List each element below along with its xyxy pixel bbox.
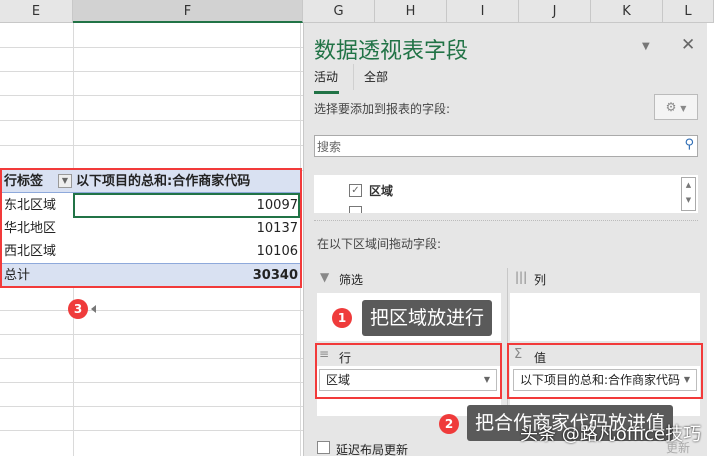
field-list-scrollbar[interactable]: ▲ ▼	[681, 177, 696, 211]
tab-all[interactable]: 全部	[364, 68, 388, 85]
divider	[314, 220, 698, 221]
columns-area[interactable]	[510, 293, 700, 341]
gridline	[0, 334, 303, 335]
filter-icon: ▼	[320, 270, 330, 284]
panel-title: 数据透视表字段	[314, 39, 469, 64]
column-header-f[interactable]: F	[73, 0, 303, 23]
column-header-l[interactable]: L	[663, 0, 714, 23]
filter-area-label: 筛选	[339, 273, 364, 287]
column-header-e[interactable]: E	[0, 0, 73, 23]
chevron-down-icon: ▼	[680, 104, 687, 113]
field-list: ✓ 区域 ▲ ▼	[314, 175, 698, 213]
tab-active[interactable]: 活动	[314, 68, 338, 85]
defer-update-label: 延迟布局更新	[336, 443, 409, 457]
tab-underline	[314, 91, 339, 94]
defer-update-checkbox[interactable]	[317, 441, 330, 454]
gridline	[0, 310, 303, 311]
divider	[353, 64, 354, 90]
close-icon[interactable]: ✕	[681, 35, 695, 55]
search-input[interactable]: 搜索 ⚲	[314, 135, 698, 157]
field-checkbox[interactable]: ✓	[349, 184, 362, 197]
column-header-i[interactable]: I	[447, 0, 519, 23]
gridline	[0, 145, 303, 146]
gridline	[0, 430, 303, 431]
annotation-badge-2: 2	[439, 414, 459, 434]
gridline	[0, 406, 303, 407]
column-header-k[interactable]: K	[591, 0, 663, 23]
choose-fields-label: 选择要添加到报表的字段:	[314, 102, 451, 116]
gridline	[0, 95, 303, 96]
search-icon: ⚲	[684, 137, 694, 152]
watermark: 头条 @路凡office技巧	[520, 424, 702, 445]
search-placeholder: 搜索	[317, 140, 342, 154]
pointer-icon	[91, 305, 96, 313]
field-label[interactable]: 区域	[369, 182, 393, 199]
annotation-tooltip-1: 把区域放进行	[362, 300, 493, 336]
gear-icon: ⚙	[665, 100, 677, 114]
gridline	[0, 120, 303, 121]
panel-options-dropdown-icon[interactable]: ▼	[642, 41, 650, 52]
field-checkbox[interactable]	[349, 206, 362, 213]
highlight-box-rows	[315, 343, 502, 399]
gridline	[0, 71, 303, 72]
column-header-j[interactable]: J	[519, 0, 591, 23]
gridline	[0, 382, 303, 383]
settings-button[interactable]: ⚙ ▼	[654, 94, 698, 120]
columns-area-label: 列	[534, 273, 547, 287]
gridline	[0, 358, 303, 359]
highlight-box-pivot	[0, 168, 302, 288]
highlight-box-values	[507, 343, 703, 399]
annotation-badge-1: 1	[332, 308, 352, 328]
columns-icon: |||	[515, 270, 528, 284]
annotation-badge-3: 3	[68, 299, 88, 319]
drag-fields-label: 在以下区域间拖动字段:	[317, 237, 442, 251]
column-header-h[interactable]: H	[375, 0, 447, 23]
column-header-g[interactable]: G	[303, 0, 375, 23]
gridline	[0, 47, 303, 48]
